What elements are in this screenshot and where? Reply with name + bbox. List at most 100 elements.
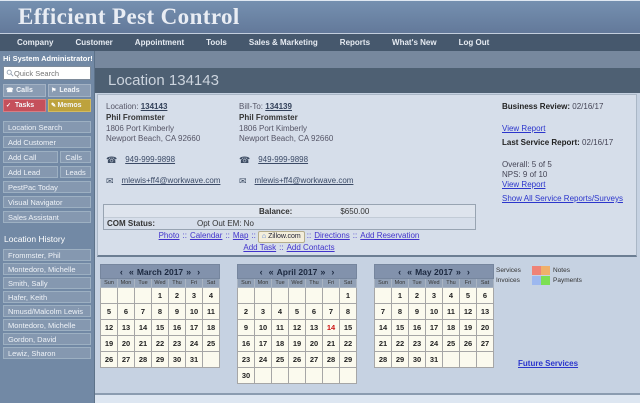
calendar-day[interactable]: 3	[185, 287, 203, 304]
calendar-day[interactable]: 21	[134, 335, 152, 352]
calendar-day[interactable]: 24	[254, 351, 272, 368]
calendar-day[interactable]: 11	[271, 319, 289, 336]
calendar-day[interactable]: 29	[151, 351, 169, 368]
calendar-day[interactable]: 14	[374, 319, 392, 336]
prev-month-icon[interactable]: ‹	[260, 267, 263, 277]
calendar-day[interactable]: 27	[117, 351, 135, 368]
calendar-day[interactable]: 22	[339, 335, 357, 352]
link-calendar[interactable]: Calendar	[190, 231, 222, 240]
calendar-day[interactable]: 29	[339, 351, 357, 368]
calendar-day[interactable]: 30	[237, 367, 255, 384]
calendar-day[interactable]: 1	[151, 287, 169, 304]
calendar-day[interactable]: 7	[322, 303, 340, 320]
next-year-icon[interactable]: »	[320, 267, 325, 277]
calendar-day[interactable]: 13	[476, 303, 494, 320]
calendar-day[interactable]: 30	[168, 351, 186, 368]
calendar-day[interactable]: 5	[100, 303, 118, 320]
prev-year-icon[interactable]: «	[269, 267, 274, 277]
menu-item-company[interactable]: Company	[6, 38, 64, 47]
billto-email-link[interactable]: mlewis+ff4@workwave.com	[255, 176, 354, 186]
menu-item-log-out[interactable]: Log Out	[448, 38, 501, 47]
calendar-day[interactable]: 11	[442, 303, 460, 320]
link-add-contacts[interactable]: Add Contacts	[287, 243, 335, 252]
history-item-frommster-phil[interactable]: Frommster, Phil	[3, 249, 91, 261]
menu-item-reports[interactable]: Reports	[329, 38, 381, 47]
calendar-day[interactable]: 26	[100, 351, 118, 368]
sidebar-item-leads[interactable]: Leads	[60, 166, 91, 178]
quick-button-leads[interactable]: ⚑ Leads	[48, 84, 91, 97]
calendar-day[interactable]: 6	[117, 303, 135, 320]
calendar-day[interactable]: 6	[305, 303, 323, 320]
history-item-nmusd-malcolm-lewis[interactable]: Nmusd/Malcolm Lewis	[3, 305, 91, 317]
calendar-day[interactable]: 23	[168, 335, 186, 352]
quick-search-input[interactable]	[14, 68, 88, 78]
calendar-day[interactable]: 2	[237, 303, 255, 320]
calendar-day[interactable]: 26	[459, 335, 477, 352]
next-month-icon[interactable]: ›	[331, 267, 334, 277]
calendar-day[interactable]: 26	[288, 351, 306, 368]
history-item-lewiz-sharon[interactable]: Lewiz, Sharon	[3, 347, 91, 359]
link-add-task[interactable]: Add Task	[243, 243, 276, 252]
prev-month-icon[interactable]: ‹	[398, 267, 401, 277]
calendar-day[interactable]: 17	[425, 319, 443, 336]
billto-phone-link[interactable]: 949-999-9898	[258, 155, 308, 165]
calendar-day[interactable]: 29	[391, 351, 409, 368]
calendar-day[interactable]: 28	[374, 351, 392, 368]
next-year-icon[interactable]: »	[186, 267, 191, 277]
calendar-day[interactable]: 4	[442, 287, 460, 304]
calendar-day[interactable]: 19	[100, 335, 118, 352]
calendar-day[interactable]: 13	[117, 319, 135, 336]
calendar-day[interactable]: 5	[288, 303, 306, 320]
calendar-day[interactable]: 19	[459, 319, 477, 336]
calendar-day[interactable]: 7	[374, 303, 392, 320]
next-month-icon[interactable]: ›	[197, 267, 200, 277]
quick-button-calls[interactable]: ☎ Calls	[3, 84, 46, 97]
sidebar-item-location-search[interactable]: Location Search	[3, 121, 91, 133]
view-report-link-2[interactable]: View Report	[502, 180, 545, 190]
calendar-day[interactable]: 18	[202, 319, 220, 336]
calendar-day[interactable]: 28	[134, 351, 152, 368]
calendar-day[interactable]: 15	[151, 319, 169, 336]
zillow-button[interactable]: ⌂ Zillow.com	[257, 231, 305, 243]
calendar-day[interactable]: 4	[202, 287, 220, 304]
calendar-day[interactable]: 21	[374, 335, 392, 352]
calendar-day[interactable]: 20	[117, 335, 135, 352]
calendar-day[interactable]: 27	[476, 335, 494, 352]
calendar-day[interactable]: 14	[134, 319, 152, 336]
calendar-day[interactable]: 5	[459, 287, 477, 304]
calendar-day[interactable]: 6	[476, 287, 494, 304]
prev-month-icon[interactable]: ‹	[120, 267, 123, 277]
calendar-day[interactable]: 22	[391, 335, 409, 352]
sidebar-item-pestpac-today[interactable]: PestPac Today	[3, 181, 91, 193]
prev-year-icon[interactable]: «	[407, 267, 412, 277]
billto-id-link[interactable]: 134139	[265, 102, 292, 111]
calendar-day[interactable]: 22	[151, 335, 169, 352]
calendar-day[interactable]: 18	[442, 319, 460, 336]
calendar-day[interactable]: 25	[271, 351, 289, 368]
calendar-day[interactable]: 10	[425, 303, 443, 320]
calendar-day[interactable]: 10	[185, 303, 203, 320]
calendar-day[interactable]: 24	[425, 335, 443, 352]
calendar-day[interactable]: 7	[134, 303, 152, 320]
calendar-day[interactable]: 8	[391, 303, 409, 320]
show-all-reports-link[interactable]: Show All Service Reports/Surveys	[502, 194, 623, 204]
calendar-day[interactable]: 23	[237, 351, 255, 368]
calendar-day[interactable]: 13	[305, 319, 323, 336]
calendar-day[interactable]: 31	[185, 351, 203, 368]
calendar-day[interactable]: 14	[322, 319, 340, 336]
menu-item-appointment[interactable]: Appointment	[124, 38, 195, 47]
calendar-day[interactable]: 24	[185, 335, 203, 352]
sidebar-item-add-call[interactable]: Add Call	[3, 151, 59, 163]
calendar-day[interactable]: 28	[322, 351, 340, 368]
history-item-smith-sally[interactable]: Smith, Sally	[3, 277, 91, 289]
calendar-day[interactable]: 11	[202, 303, 220, 320]
sidebar-item-calls[interactable]: Calls	[60, 151, 91, 163]
calendar-day[interactable]: 2	[168, 287, 186, 304]
calendar-day[interactable]: 9	[168, 303, 186, 320]
calendar-day[interactable]: 20	[476, 319, 494, 336]
calendar-day[interactable]: 12	[288, 319, 306, 336]
calendar-day[interactable]: 16	[237, 335, 255, 352]
calendar-day[interactable]: 12	[459, 303, 477, 320]
calendar-day[interactable]: 3	[254, 303, 272, 320]
calendar-day[interactable]: 9	[408, 303, 426, 320]
